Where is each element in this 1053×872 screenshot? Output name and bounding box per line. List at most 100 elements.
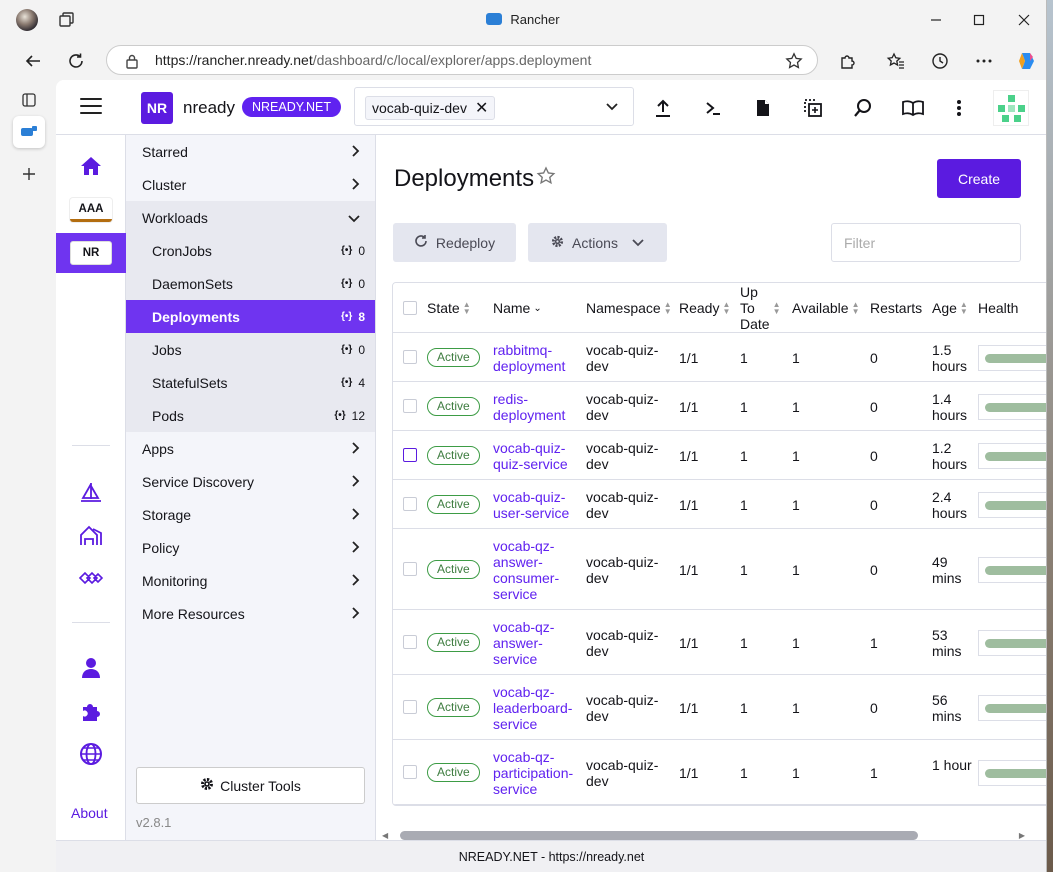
select-all-checkbox[interactable]: [403, 301, 417, 315]
table-row[interactable]: Active redis-deployment vocab-quiz-dev 1/1 1…: [393, 382, 1046, 431]
row-checkbox[interactable]: [403, 764, 417, 779]
col-age[interactable]: Age ▲ ▼: [932, 283, 968, 333]
nav-workloads[interactable]: Workloads: [126, 201, 375, 234]
row-checkbox[interactable]: [403, 447, 417, 462]
col-ready[interactable]: Ready ▲ ▼: [679, 283, 730, 333]
redeploy-button[interactable]: Redeploy: [393, 223, 516, 262]
table-row[interactable]: Active vocab-qz-participation-service voca…: [393, 740, 1046, 805]
cluster-aaa[interactable]: AAA: [70, 198, 112, 222]
url-bar[interactable]: https://rancher.nready.net/dashboard/c/l…: [106, 45, 818, 75]
deployment-name-link[interactable]: vocab-quiz-quiz-service: [493, 440, 578, 472]
nav-jobs[interactable]: Jobs {•} 0: [126, 333, 375, 366]
nav-service-discovery[interactable]: Service Discovery: [126, 465, 375, 498]
row-checkbox[interactable]: [403, 496, 417, 511]
col-name-label: Name: [493, 300, 531, 316]
kubectl-shell-icon[interactable]: [701, 96, 725, 120]
nav-statefulsets[interactable]: StatefulSets {•} 4: [126, 366, 375, 399]
tab-actions-icon[interactable]: [13, 84, 45, 116]
deployment-name-link[interactable]: rabbitmq-deployment: [493, 342, 578, 374]
col-up-to-date[interactable]: Up To Date ▲ ▼: [740, 283, 780, 333]
users-icon[interactable]: [78, 655, 104, 681]
row-checkbox[interactable]: [403, 398, 417, 413]
rancher-tab[interactable]: [13, 116, 45, 148]
table-row[interactable]: Active vocab-quiz-quiz-service vocab-quiz-…: [393, 431, 1046, 480]
filter-input[interactable]: Filter: [831, 223, 1021, 262]
col-name[interactable]: Name ⌄: [493, 283, 542, 333]
new-tab-plus-icon[interactable]: [13, 158, 45, 190]
more-actions-icon[interactable]: [947, 96, 971, 120]
kubeconfig-file-icon[interactable]: [751, 96, 775, 120]
nav-cronjobs[interactable]: CronJobs {•} 0: [126, 234, 375, 267]
col-namespace[interactable]: Namespace ▲ ▼: [586, 283, 672, 333]
deployment-name-link[interactable]: vocab-qz-answer-consumer-service: [493, 538, 578, 602]
nav-daemonsets[interactable]: DaemonSets {•} 0: [126, 267, 375, 300]
cluster-tools-button[interactable]: Cluster Tools: [136, 767, 365, 804]
chevron-down-icon[interactable]: [605, 99, 619, 116]
copilot-icon[interactable]: [1014, 48, 1040, 74]
row-checkbox[interactable]: [403, 561, 417, 576]
lock-icon[interactable]: [125, 53, 139, 72]
nav-starred[interactable]: Starred: [126, 135, 375, 168]
remove-namespace-icon[interactable]: ✕: [475, 98, 488, 118]
table-row[interactable]: Active vocab-qz-answer-service vocab-quiz-…: [393, 610, 1046, 675]
table-row[interactable]: Active rabbitmq-deployment vocab-quiz-dev 1…: [393, 333, 1046, 382]
deployment-name-link[interactable]: vocab-quiz-user-service: [493, 489, 578, 521]
copy-kubeconfig-icon[interactable]: [801, 96, 825, 120]
deployment-name-link[interactable]: vocab-qz-answer-service: [493, 619, 578, 667]
virtualization-icon[interactable]: [78, 523, 104, 549]
search-icon[interactable]: [851, 96, 875, 120]
row-checkbox[interactable]: [403, 349, 417, 364]
cluster-nr[interactable]: NR: [70, 241, 112, 265]
row-checkbox[interactable]: [403, 634, 417, 649]
about-link[interactable]: About: [71, 805, 108, 821]
nav-pods[interactable]: Pods {•} 12: [126, 399, 375, 432]
back-icon[interactable]: [20, 48, 46, 74]
nav-cluster[interactable]: Cluster: [126, 168, 375, 201]
scroll-right-icon[interactable]: ▶: [1019, 831, 1025, 840]
menu-hamburger-icon[interactable]: [80, 98, 102, 116]
minimize-icon[interactable]: [916, 8, 956, 32]
health-bar-fill: [985, 353, 1046, 363]
docs-book-icon[interactable]: [901, 96, 925, 120]
history-icon[interactable]: [927, 48, 953, 74]
favorite-star-icon[interactable]: [785, 52, 803, 73]
favorites-icon[interactable]: [883, 48, 909, 74]
col-available[interactable]: Available ▲ ▼: [792, 283, 859, 333]
table-row[interactable]: Active vocab-quiz-user-service vocab-quiz-…: [393, 480, 1046, 529]
table-row[interactable]: Active vocab-qz-answer-consumer-service vo…: [393, 529, 1046, 610]
col-restarts[interactable]: Restarts: [870, 283, 922, 333]
nav-more-resources[interactable]: More Resources: [126, 597, 375, 630]
user-avatar[interactable]: [993, 90, 1029, 126]
namespace-filter[interactable]: vocab-quiz-dev ✕: [354, 87, 634, 126]
more-options-icon[interactable]: [971, 48, 997, 74]
refresh-icon[interactable]: [63, 48, 89, 74]
extensions-puzzle-icon[interactable]: [78, 698, 104, 724]
row-checkbox[interactable]: [403, 699, 417, 714]
scrollbar-thumb[interactable]: [400, 831, 918, 840]
nav-policy[interactable]: Policy: [126, 531, 375, 564]
scroll-left-icon[interactable]: ◀: [382, 831, 388, 840]
nav-apps[interactable]: Apps: [126, 432, 375, 465]
health-bar: [978, 442, 1046, 469]
extensions-manager-icon[interactable]: [78, 565, 104, 591]
up-to-date-cell: 1: [740, 561, 748, 578]
actions-dropdown[interactable]: Actions: [528, 223, 667, 262]
col-state[interactable]: State ▲ ▼: [427, 283, 471, 333]
maximize-icon[interactable]: [959, 8, 999, 32]
home-icon[interactable]: [78, 153, 104, 179]
create-button[interactable]: Create: [937, 159, 1021, 198]
extensions-icon[interactable]: [834, 48, 860, 74]
deployment-name-link[interactable]: redis-deployment: [493, 391, 578, 423]
deployment-name-link[interactable]: vocab-qz-participation-service: [493, 749, 578, 797]
nav-deployments[interactable]: Deployments {•} 8: [126, 300, 375, 333]
favorite-star-icon[interactable]: [536, 166, 556, 189]
nav-monitoring[interactable]: Monitoring: [126, 564, 375, 597]
table-row[interactable]: Active vocab-qz-leaderboard-service vocab-…: [393, 675, 1046, 740]
deployment-name-link[interactable]: vocab-qz-leaderboard-service: [493, 684, 578, 732]
global-settings-icon[interactable]: [78, 741, 104, 767]
cluster-logo[interactable]: NR: [141, 92, 173, 124]
fleet-sailboat-icon[interactable]: [78, 480, 104, 506]
close-icon[interactable]: [1004, 8, 1044, 32]
nav-storage[interactable]: Storage: [126, 498, 375, 531]
import-yaml-icon[interactable]: [651, 96, 675, 120]
